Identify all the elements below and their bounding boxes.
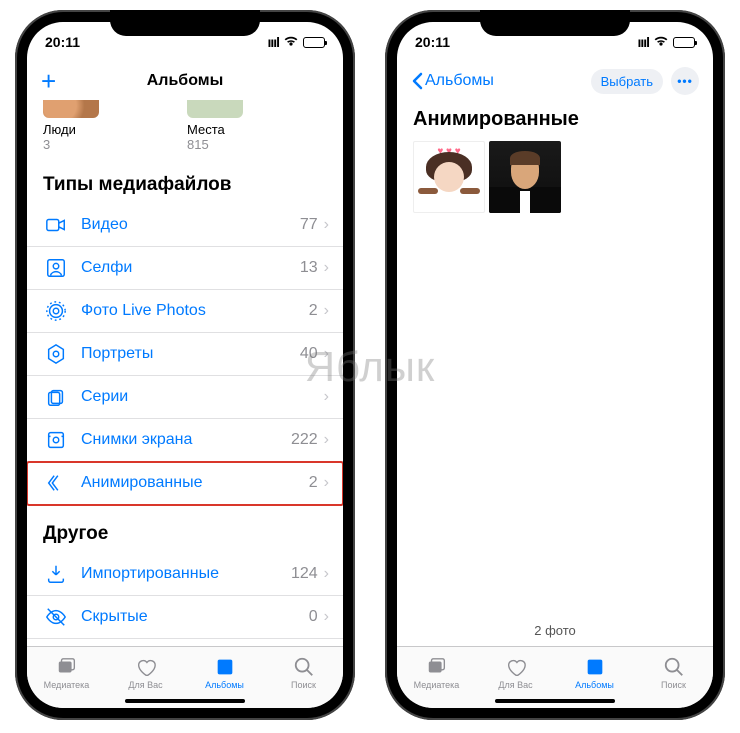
row-label: Видео <box>81 216 300 234</box>
home-indicator <box>125 699 245 703</box>
notch <box>480 10 630 36</box>
tab-albums[interactable]: Альбомы <box>185 647 264 698</box>
row-animated[interactable]: Анимированные 2 › <box>27 462 343 505</box>
selfie-icon <box>43 257 69 279</box>
tab-for-you[interactable]: Для Вас <box>106 647 185 698</box>
more-button[interactable]: ••• <box>671 67 699 95</box>
tab-library[interactable]: Медиатека <box>27 647 106 698</box>
row-label: Анимированные <box>81 474 309 492</box>
tab-search[interactable]: Поиск <box>634 647 713 698</box>
chevron-right-icon: › <box>324 388 329 406</box>
chevron-right-icon: › <box>324 608 329 626</box>
chevron-right-icon: › <box>324 565 329 583</box>
video-icon <box>43 214 69 236</box>
row-videos[interactable]: Видео 77 › <box>27 204 343 247</box>
row-count: 77 <box>300 216 318 234</box>
chevron-right-icon: › <box>324 345 329 363</box>
imported-icon <box>43 563 69 585</box>
battery-icon <box>303 37 325 48</box>
chevron-right-icon: › <box>324 259 329 277</box>
row-count: 0 <box>309 608 318 626</box>
row-hidden[interactable]: Скрытые 0 › <box>27 596 343 639</box>
row-recently-deleted[interactable]: Недавно удаленные 431 › <box>27 639 343 646</box>
select-button[interactable]: Выбрать <box>591 69 663 94</box>
tab-library[interactable]: Медиатека <box>397 647 476 698</box>
nav-bar: + Альбомы <box>27 62 343 100</box>
row-portraits[interactable]: Портреты 40 › <box>27 333 343 376</box>
photo-thumbnail[interactable] <box>489 141 561 213</box>
row-count: 13 <box>300 259 318 277</box>
chevron-right-icon: › <box>324 474 329 492</box>
tab-label: Альбомы <box>205 680 244 690</box>
footer-count: 2 фото <box>397 623 713 646</box>
photo-thumbnail[interactable]: ♥ ♥ ♥ <box>413 141 485 213</box>
notch <box>110 10 260 36</box>
signal-icon: ıııl <box>637 34 649 50</box>
signal-icon: ıııl <box>267 34 279 50</box>
screenshot-icon <box>43 429 69 451</box>
section-media-types: Типы медиафайлов <box>27 156 343 204</box>
tab-for-you[interactable]: Для Вас <box>476 647 555 698</box>
row-selfies[interactable]: Селфи 13 › <box>27 247 343 290</box>
phone-frame-right: 20:11 ıııl Альбомы Выбрать ••• Анимирова… <box>385 10 725 720</box>
chevron-right-icon: › <box>324 431 329 449</box>
album-label: Места <box>187 122 243 137</box>
chevron-right-icon: › <box>324 216 329 234</box>
row-live-photos[interactable]: Фото Live Photos 2 › <box>27 290 343 333</box>
row-label: Серии <box>81 388 318 406</box>
home-indicator <box>495 699 615 703</box>
wifi-icon <box>653 34 669 50</box>
row-count: 222 <box>291 431 318 449</box>
tab-label: Медиатека <box>44 680 90 690</box>
people-thumbnail <box>43 100 99 118</box>
row-count: 2 <box>309 474 318 492</box>
album-people[interactable]: Люди 3 <box>43 100 99 152</box>
tab-label: Медиатека <box>414 680 460 690</box>
status-time: 20:11 <box>45 34 80 50</box>
album-count: 3 <box>43 137 99 152</box>
row-bursts[interactable]: Серии › <box>27 376 343 419</box>
hidden-icon <box>43 606 69 628</box>
album-label: Люди <box>43 122 99 137</box>
back-label: Альбомы <box>425 72 494 90</box>
animated-icon <box>43 472 69 494</box>
row-label: Фото Live Photos <box>81 302 309 320</box>
section-other: Другое <box>27 505 343 553</box>
row-label: Портреты <box>81 345 300 363</box>
tab-albums[interactable]: Альбомы <box>555 647 634 698</box>
row-count: 2 <box>309 302 318 320</box>
tab-label: Поиск <box>291 680 316 690</box>
row-count: 40 <box>300 345 318 363</box>
page-title: Анимированные <box>397 100 713 141</box>
nav-bar: Альбомы Выбрать ••• <box>397 62 713 100</box>
tab-label: Для Вас <box>498 680 532 690</box>
album-places[interactable]: Места 815 <box>187 100 243 152</box>
tab-search[interactable]: Поиск <box>264 647 343 698</box>
wifi-icon <box>283 34 299 50</box>
back-button[interactable]: Альбомы <box>411 72 494 90</box>
burst-icon <box>43 386 69 408</box>
status-time: 20:11 <box>415 34 450 50</box>
phone-frame-left: 20:11 ıııl + Альбомы Люди 3 <box>15 10 355 720</box>
album-count: 815 <box>187 137 243 152</box>
tab-label: Для Вас <box>128 680 162 690</box>
battery-icon <box>673 37 695 48</box>
row-count: 124 <box>291 565 318 583</box>
chevron-right-icon: › <box>324 302 329 320</box>
row-label: Скрытые <box>81 608 309 626</box>
row-label: Импортированные <box>81 565 291 583</box>
row-label: Селфи <box>81 259 300 277</box>
places-thumbnail <box>187 100 243 118</box>
nav-title: Альбомы <box>27 72 343 90</box>
row-screenshots[interactable]: Снимки экрана 222 › <box>27 419 343 462</box>
portrait-icon <box>43 343 69 365</box>
tab-label: Поиск <box>661 680 686 690</box>
live-photos-icon <box>43 300 69 322</box>
row-imported[interactable]: Импортированные 124 › <box>27 553 343 596</box>
tab-label: Альбомы <box>575 680 614 690</box>
row-label: Снимки экрана <box>81 431 291 449</box>
